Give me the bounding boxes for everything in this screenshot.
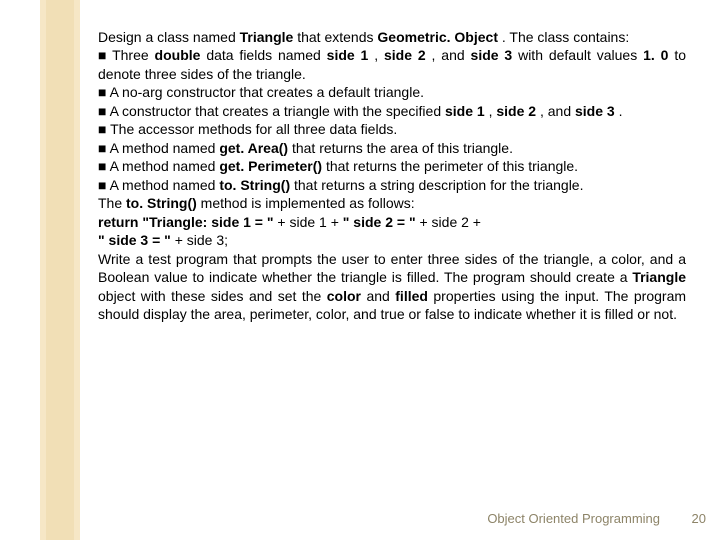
bullet-icon: ■ [98,176,106,194]
code-line-1: return "Triangle: side 1 = " + side 1 + … [98,213,686,231]
bullet-icon: ■ [98,157,106,175]
para-test-program: Write a test program that prompts the us… [98,250,686,324]
bullet-tostring: ■ A method named to. String() that retur… [98,176,686,194]
bullet-icon: ■ [98,46,106,64]
bullet-getarea: ■ A method named get. Area() that return… [98,139,686,157]
para-tostring-impl: The to. String() method is implemented a… [98,194,686,212]
bullet-fields: ■ Three double data fields named side 1 … [98,46,686,83]
bullet-icon: ■ [98,139,106,157]
bullet-getperimeter: ■ A method named get. Perimeter() that r… [98,157,686,175]
bullet-icon: ■ [98,102,106,120]
footer-label: Object Oriented Programming [487,511,660,526]
bullet-constructor: ■ A constructor that creates a triangle … [98,102,686,120]
bullet-icon: ■ [98,83,106,101]
bullet-accessors: ■ The accessor methods for all three dat… [98,120,686,138]
slide-body-text: Design a class named Triangle that exten… [98,28,686,324]
bullet-noarg: ■ A no-arg constructor that creates a de… [98,83,686,101]
page-number: 20 [692,511,706,526]
bullet-icon: ■ [98,120,106,138]
slide: Design a class named Triangle that exten… [0,0,720,540]
code-line-2: " side 3 = " + side 3; [98,231,686,249]
decoration-stripe-inner [46,0,74,540]
para-intro: Design a class named Triangle that exten… [98,28,686,46]
